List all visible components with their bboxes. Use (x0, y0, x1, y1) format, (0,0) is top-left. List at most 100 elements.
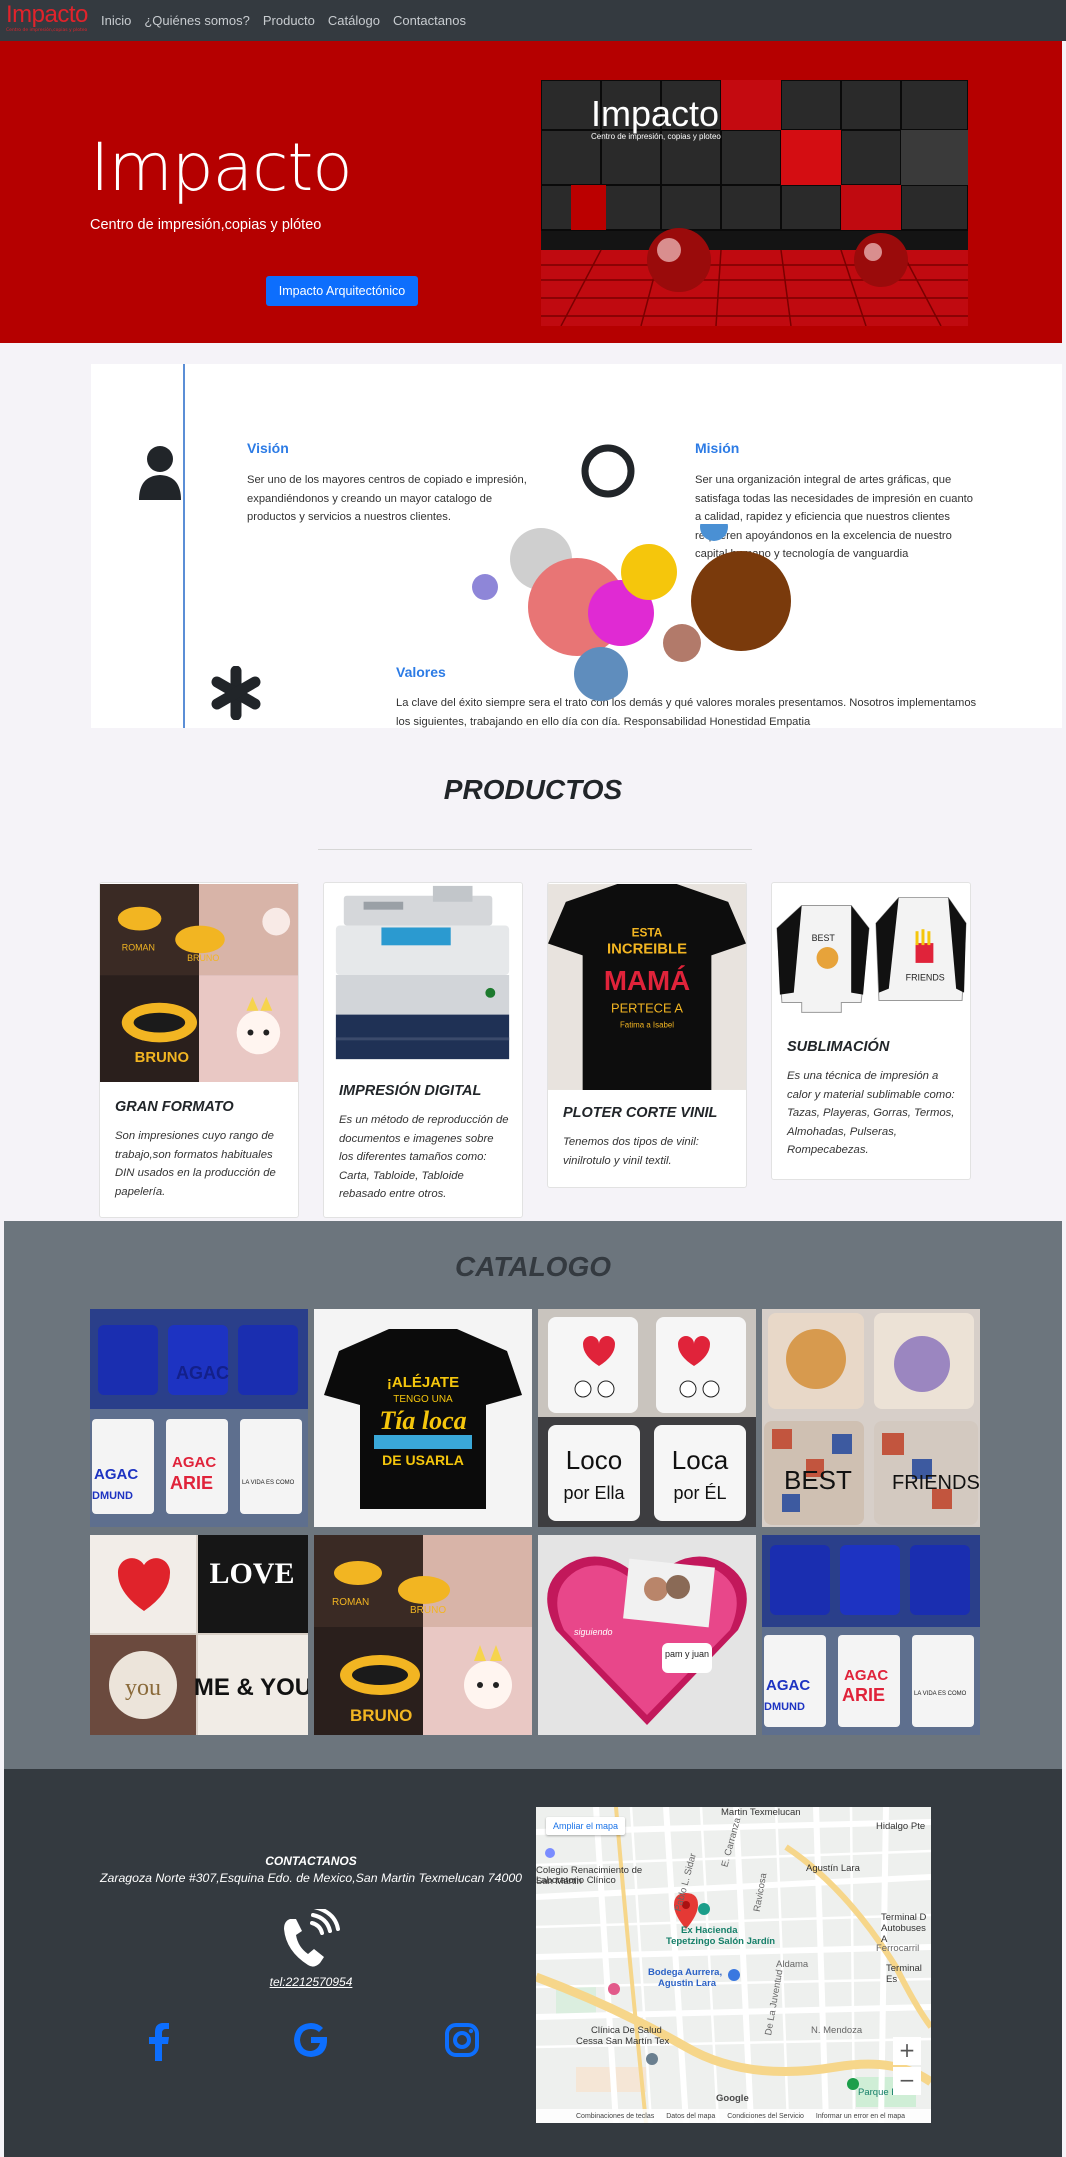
sub-text-best: BEST (812, 933, 836, 943)
tile-shirt-text-3: Tía loca (379, 1406, 466, 1435)
map-label-14: Clínica De Salud (591, 2025, 662, 2036)
map-embed[interactable]: Ampliar el mapa Martin Texmelucan Hidalg… (536, 1807, 931, 2123)
footer-phone-label: tel: (269, 1975, 286, 1989)
tile-text-agac-2: AGAC (94, 1466, 138, 1483)
catalog-tile-mugs-blue[interactable]: AGAC AGAC DMUND AGAC ARIE LA VIDA ES COM… (90, 1309, 308, 1527)
nav-quienes-somos[interactable]: ¿Quiénes somos? (144, 13, 250, 28)
map-label-13: Aldama (776, 1959, 809, 1970)
ploter-corte-vinil-text: Tenemos dos tipos de vinil: vinilrotulo … (563, 1136, 699, 1167)
tile-text-roman: ROMAN (332, 1597, 369, 1608)
tile-text-arie: ARIE (170, 1473, 213, 1493)
mugs-blue-2-image: AGAC DMUND AGAC ARIE LA VIDA ES COMO (762, 1535, 980, 1735)
footer-phone[interactable]: tel:2212570954 (4, 1975, 618, 1989)
ploter-corte-vinil-title: PLOTER CORTE VINIL (563, 1105, 718, 1121)
vision-title: Visión (247, 440, 289, 456)
sublimacion-text: Es una técnica de impresión a calor y ma… (787, 1070, 955, 1156)
tile2-text-agac-1: AGAC (766, 1677, 810, 1694)
instagram-icon[interactable] (445, 2023, 479, 2057)
tile2-text-vida: LA VIDA ES COMO (914, 1691, 967, 1697)
ploter-corte-vinil-image: ESTA INCREIBLE MAMÁ PERTECE A Fatima a I… (548, 884, 746, 1090)
facebook-icon[interactable] (148, 2023, 170, 2061)
bag-text-roman: ROMAN (122, 942, 155, 952)
catalog-tile-mugs-blue-2[interactable]: AGAC DMUND AGAC ARIE LA VIDA ES COMO (762, 1535, 980, 1735)
product-card-sublimacion[interactable]: BEST FRIENDS SUBLIMACIÓN Es una técnica … (771, 882, 971, 1180)
mugs-loco-image: Loco por Ella Loca por ÉL (538, 1309, 756, 1527)
footer-section: CONTACTANOS Zaragoza Norte #307,Esquina … (4, 1769, 1062, 2157)
impresion-digital-text: Es un método de reproducción de document… (339, 1114, 509, 1200)
impacto-arquitectonico-button[interactable]: Impacto Arquitectónico (266, 276, 418, 306)
map-label-4: Agustín Lara (806, 1863, 860, 1874)
map-footer-keyboard[interactable]: Combinaciones de teclas (576, 2113, 654, 2120)
tile-text-dmund: DMUND (92, 1490, 133, 1502)
google-icon[interactable] (294, 2023, 328, 2057)
catalog-tile-mugs-loco[interactable]: Loco por Ella Loca por ÉL (538, 1309, 756, 1527)
valores-title: Valores (396, 664, 446, 680)
map-zoom-out-button[interactable]: − (893, 2067, 921, 2095)
map-footer-terms[interactable]: Condiciones del Servicio (727, 2113, 804, 2120)
bag-text-bruno-large: BRUNO (135, 1050, 189, 1066)
gran-formato-title: GRAN FORMATO (115, 1099, 234, 1115)
tile-text-you: you (125, 1675, 161, 1701)
productos-divider (318, 849, 752, 850)
tile-shirt-text-2: TENGO UNA (393, 1394, 453, 1405)
tile-text-best: BEST (784, 1465, 852, 1495)
map-label-16: N. Mendoza (811, 2025, 863, 2036)
map-label-7: Bodega Aurrera, (648, 1967, 723, 1978)
map-footer-report[interactable]: Informar un error en el mapa (816, 2113, 905, 2120)
pillows-love-image: LOVE you ME & YOU (90, 1535, 308, 1735)
brand-subtitle: Centro de impresión,copias y ploteo (6, 28, 88, 33)
nav-inicio[interactable]: Inicio (101, 13, 131, 28)
about-section: Visión Ser uno de los mayores centros de… (91, 364, 1062, 728)
timeline-line (183, 364, 185, 728)
brand-name: Impacto (6, 1, 88, 28)
ampliar-mapa-button[interactable]: Ampliar el mapa (546, 1817, 626, 1835)
circle-icon (581, 444, 635, 498)
catalog-tile-shirt-tia-loca[interactable]: ¡ALÉJATE TENGO UNA Tía loca DE USARLA (314, 1309, 532, 1527)
catalog-tile-pillows-love[interactable]: LOVE you ME & YOU (90, 1535, 308, 1735)
brand-logo[interactable]: Impacto Centro de impresión,copias y plo… (6, 2, 96, 38)
map-label-8: Agustin Lara (658, 1978, 717, 1989)
catalog-tile-bags-batman[interactable]: ROMAN BRUNO BRUNO (314, 1535, 532, 1735)
mugs-blue-image: AGAC AGAC DMUND AGAC ARIE LA VIDA ES COM… (90, 1309, 308, 1527)
sublimacion-title: SUBLIMACIÓN (787, 1039, 890, 1055)
decorative-bubbles (472, 524, 791, 701)
sub-text-friends: FRIENDS (906, 973, 945, 983)
tile-text-agac-3: AGAC (172, 1454, 216, 1471)
phone-icon[interactable] (280, 1909, 340, 1971)
tile-text-pam-juan: pam y juan (665, 1649, 709, 1659)
impresion-digital-image (324, 883, 522, 1068)
map-footer-data[interactable]: Datos del mapa (666, 2113, 715, 2120)
tile2-text-agac-2: AGAC (844, 1667, 888, 1684)
tile-shirt-text-1: ¡ALÉJATE (387, 1374, 459, 1391)
gran-formato-image: ROMAN BRUNO BRUNO (100, 884, 298, 1082)
map-label-1: Hidalgo Pte (876, 1821, 926, 1832)
product-card-ploter-corte-vinil[interactable]: ESTA INCREIBLE MAMÁ PERTECE A Fatima a I… (547, 882, 747, 1188)
catalog-tile-mugs-best-friends[interactable]: BEST FRIENDS (762, 1309, 980, 1527)
product-card-gran-formato[interactable]: ROMAN BRUNO BRUNO GRAN FORMATO Son impre… (99, 882, 299, 1218)
tile-text-por-ella: por Ella (563, 1483, 625, 1503)
tile2-text-arie: ARIE (842, 1685, 885, 1705)
mugs-best-friends-image: BEST FRIENDS (762, 1309, 980, 1527)
catalogo-section: CATALOGO AGAC AGAC DMUND AGAC ARIE LA VI… (4, 1221, 1062, 1769)
shirt-tia-loca-image: ¡ALÉJATE TENGO UNA Tía loca DE USARLA (314, 1309, 532, 1527)
tile-text-bruno-2: BRUNO (350, 1706, 412, 1725)
tile-text-agac-1: AGAC (176, 1363, 229, 1383)
map-zoom-in-button[interactable]: + (893, 2037, 921, 2065)
tile-text-heart: siguiendo (574, 1627, 613, 1637)
tile-shirt-text-4: DE USARLA (382, 1452, 464, 1468)
user-icon (139, 446, 181, 500)
nav-contactanos[interactable]: Contactanos (393, 13, 466, 28)
product-card-impresion-digital[interactable]: IMPRESIÓN DIGITAL Es un método de reprod… (323, 882, 523, 1218)
nav-links: Inicio ¿Quiénes somos? Producto Catálogo… (101, 0, 479, 41)
shirt-text-1: ESTA (632, 926, 663, 940)
hero-title: Impacto (90, 129, 353, 206)
nav-producto[interactable]: Producto (263, 13, 315, 28)
navbar: Impacto Centro de impresión,copias y plo… (0, 0, 1066, 41)
shirt-text-2: INCREIBLE (607, 941, 687, 957)
footer-title: CONTACTANOS (265, 1854, 357, 1868)
sublimacion-image: BEST FRIENDS (772, 883, 970, 1023)
map-label-12: Terminal Es (886, 1963, 922, 1985)
catalog-tile-heart-puzzle[interactable]: pam y juan siguiendo (538, 1535, 756, 1735)
nav-catalogo[interactable]: Catálogo (328, 13, 380, 28)
tile-text-me-you: ME & YOU (194, 1674, 308, 1701)
